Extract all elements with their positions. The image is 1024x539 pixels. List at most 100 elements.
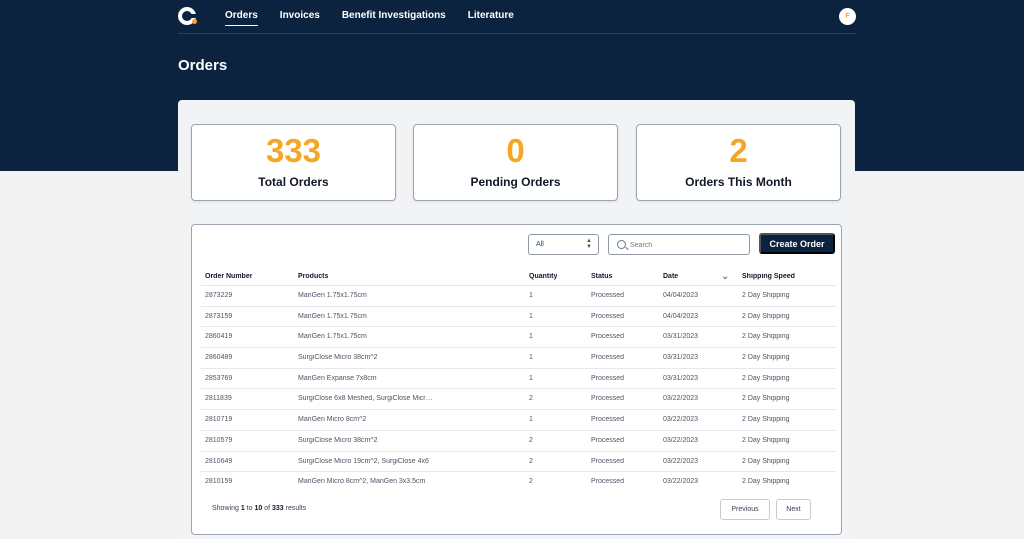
- order-number-cell: 2860419: [205, 333, 233, 341]
- order-number-cell: 2810159: [205, 478, 233, 486]
- table-header-row: Order Number Products Quantity Status Da…: [205, 271, 835, 285]
- status-cell: Processed: [591, 457, 625, 465]
- top-navigation: Orders Invoices Benefit Investigations L…: [178, 0, 856, 34]
- nav-link-invoices[interactable]: Invoices: [280, 10, 320, 26]
- shipping-speed-cell: 2 Day Shipping: [742, 333, 790, 341]
- table-row[interactable]: 2810159 MariGen Micro 8cm^2, MariGen 3x3.…: [201, 471, 836, 492]
- status-cell: Processed: [591, 436, 625, 444]
- sort-chevron-down-icon[interactable]: ⌄: [721, 271, 729, 282]
- shipping-speed-cell: 2 Day Shipping: [742, 354, 790, 362]
- shipping-speed-cell: 2 Day Shipping: [742, 292, 790, 299]
- table-row[interactable]: 2860489 SurgiClose Micro 38cm^2 1 Processed…: [201, 347, 836, 368]
- products-cell: MariGen 1.75x1.75cm: [298, 292, 367, 299]
- table-row[interactable]: 2811839 SurgiClose 6x8 Meshed, SurgiClose…: [201, 388, 836, 409]
- status-cell: Processed: [591, 312, 625, 320]
- column-header-status[interactable]: Status: [591, 273, 612, 280]
- company-logo-icon[interactable]: [178, 7, 197, 25]
- page-title: Orders: [178, 57, 228, 74]
- up-down-chevron-icon: ▲ ▼: [586, 238, 592, 250]
- total-orders-value: 333: [265, 132, 322, 169]
- order-number-cell: 2853769: [205, 374, 233, 382]
- nav-link-literature[interactable]: Literature: [468, 10, 514, 26]
- search-box[interactable]: [608, 234, 750, 255]
- of-text: of: [264, 505, 271, 512]
- order-number-cell: 2811839: [205, 395, 232, 403]
- order-number-cell: 2810719: [205, 416, 233, 424]
- logo-accent-dot: [192, 19, 197, 24]
- date-cell: 04/04/2023: [663, 292, 699, 299]
- status-cell: Processed: [591, 374, 625, 382]
- date-cell: 03/22/2023: [663, 395, 699, 403]
- date-cell: 04/04/2023: [663, 312, 699, 320]
- search-icon: [617, 240, 626, 249]
- status-cell: Processed: [591, 416, 625, 424]
- table-row[interactable]: 2873229 MariGen 1.75x1.75cm 1 Processed 04/0…: [201, 285, 836, 306]
- quantity-cell: 1: [529, 312, 533, 320]
- shipping-speed-cell: 2 Day Shipping: [742, 478, 790, 486]
- quantity-cell: 1: [529, 416, 533, 424]
- status-cell: Processed: [591, 478, 625, 486]
- shipping-speed-cell: 2 Day Shipping: [742, 395, 790, 403]
- to-text: to: [246, 505, 253, 512]
- products-cell: MariGen Micro 8cm^2, MariGen 3x3.5cm: [298, 478, 426, 486]
- table-row[interactable]: 2853769 MariGen Expanse 7x8cm 1 Processed 03…: [201, 367, 836, 389]
- table-row[interactable]: 2873159 MariGen 1.75x1.75cm 1 Processed 04/0…: [201, 305, 836, 327]
- results-total: 333: [272, 505, 284, 512]
- date-cell: 03/31/2023: [663, 374, 699, 382]
- order-number-cell: 2873229: [205, 292, 233, 299]
- status-cell: Processed: [591, 395, 625, 403]
- shipping-speed-cell: 2 Day Shipping: [742, 457, 790, 465]
- column-header-order-number[interactable]: Order Number: [205, 273, 252, 280]
- date-cell: 03/22/2023: [663, 457, 699, 465]
- orders-this-month-card: 2 Orders This Month: [636, 124, 841, 201]
- products-cell: SurgiClose 6x8 Meshed, SurgiClose Micr…: [298, 395, 433, 403]
- column-header-products[interactable]: Products: [298, 273, 328, 280]
- pending-orders-value: 0: [506, 132, 525, 169]
- results-summary: Showing 1 to 10 of 333 results: [212, 505, 306, 512]
- order-number-cell: 2873159: [205, 312, 233, 320]
- shipping-speed-cell: 2 Day Shipping: [742, 312, 790, 320]
- column-header-quantity[interactable]: Quantity: [529, 273, 557, 280]
- quantity-cell: 1: [529, 333, 533, 341]
- orders-this-month-value: 2: [729, 132, 748, 169]
- nav-link-orders[interactable]: Orders: [225, 10, 258, 26]
- order-number-cell: 2810579: [205, 436, 233, 444]
- results-from: 1: [240, 505, 245, 512]
- total-orders-label: Total Orders: [258, 175, 329, 189]
- column-header-shipping-speed[interactable]: Shipping Speed: [742, 273, 795, 280]
- products-cell: MariGen 1.75x1.75cm: [298, 333, 367, 341]
- results-to: 10: [254, 505, 263, 512]
- orders-this-month-label: Orders This Month: [685, 175, 792, 189]
- products-cell: SurgiClose Micro 38cm^2: [298, 436, 378, 444]
- quantity-cell: 1: [529, 374, 533, 382]
- status-filter-select[interactable]: All ▲ ▼: [528, 234, 599, 255]
- quantity-cell: 1: [529, 354, 533, 362]
- shipping-speed-cell: 2 Day Shipping: [742, 416, 790, 424]
- date-cell: 03/22/2023: [663, 478, 699, 486]
- pending-orders-card: 0 Pending Orders: [413, 124, 618, 201]
- table-row[interactable]: 2810649 SurgiClose Micro 19cm^2, SurgiClo…: [201, 450, 836, 472]
- status-cell: Processed: [591, 333, 625, 341]
- products-cell: SurgiClose Micro 38cm^2: [298, 354, 378, 362]
- next-page-button[interactable]: Next: [776, 499, 811, 520]
- table-row[interactable]: 2810719 MariGen Micro 8cm^2 1 Processed 03/2…: [201, 409, 836, 430]
- search-input[interactable]: [630, 239, 742, 251]
- create-order-button[interactable]: Create Order: [759, 233, 835, 254]
- products-cell: SurgiClose Micro 19cm^2, SurgiClose 4x6: [298, 457, 429, 465]
- column-header-date[interactable]: Date: [663, 273, 678, 280]
- pending-orders-label: Pending Orders: [470, 175, 561, 189]
- table-row[interactable]: 2810579 SurgiClose Micro 38cm^2 2 Processed…: [201, 429, 836, 451]
- quantity-cell: 2: [529, 478, 533, 486]
- quantity-cell: 2: [529, 436, 533, 444]
- table-row[interactable]: 2860419 MariGen 1.75x1.75cm 1 Processed 03/3…: [201, 326, 836, 347]
- previous-page-button[interactable]: Previous: [720, 499, 770, 520]
- status-cell: Processed: [591, 292, 625, 299]
- nav-link-benefit-investigations[interactable]: Benefit Investigations: [342, 10, 446, 26]
- user-avatar[interactable]: F: [839, 8, 856, 25]
- orders-table-card: All ▲▼ Create Order Order Number Product…: [191, 224, 842, 535]
- date-cell: 03/31/2023: [663, 354, 699, 362]
- nav-links: Orders Invoices Benefit Investigations L…: [225, 10, 514, 26]
- shipping-speed-cell: 2 Day Shipping: [742, 436, 790, 444]
- date-cell: 03/22/2023: [663, 416, 699, 424]
- quantity-cell: 1: [529, 292, 533, 299]
